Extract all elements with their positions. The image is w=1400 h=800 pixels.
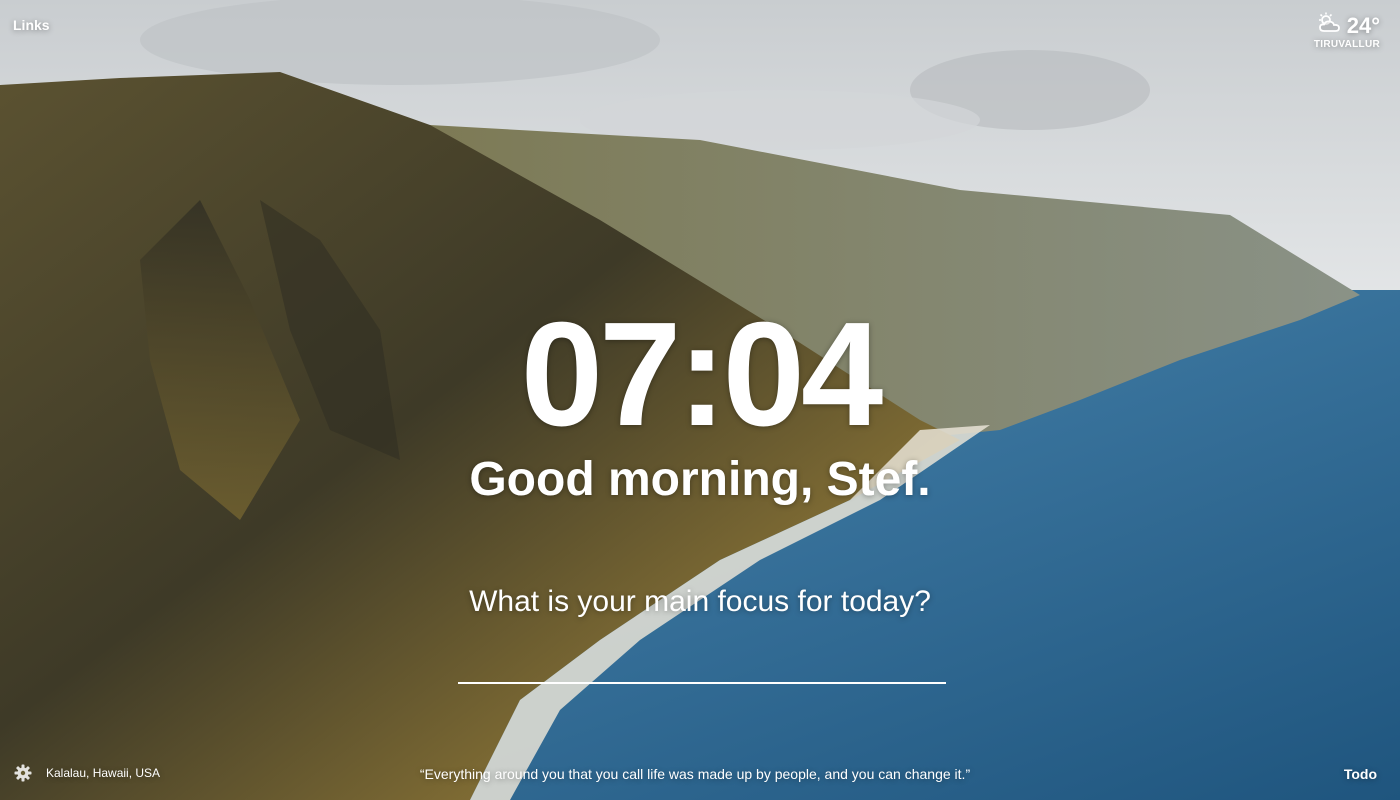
greeting-message: Good morning, Stef. [469, 453, 931, 506]
center-panel: 07:04 Good morning, Stef. [0, 300, 1400, 508]
daily-quote[interactable]: “Everything around you that you call lif… [0, 766, 1390, 782]
weather-widget[interactable]: 24° TIRUVALLUR [1240, 12, 1380, 50]
weather-location: TIRUVALLUR [1313, 39, 1380, 50]
focus-input[interactable] [458, 640, 946, 684]
todo-button[interactable]: Todo [1344, 766, 1377, 782]
focus-question: What is your main focus for today? [469, 585, 931, 618]
weather-temperature: 24° [1346, 12, 1380, 38]
clock-time[interactable]: 07:04 [0, 300, 1400, 450]
links-button[interactable]: Links [13, 17, 50, 33]
partly-cloudy-icon [1317, 12, 1343, 39]
